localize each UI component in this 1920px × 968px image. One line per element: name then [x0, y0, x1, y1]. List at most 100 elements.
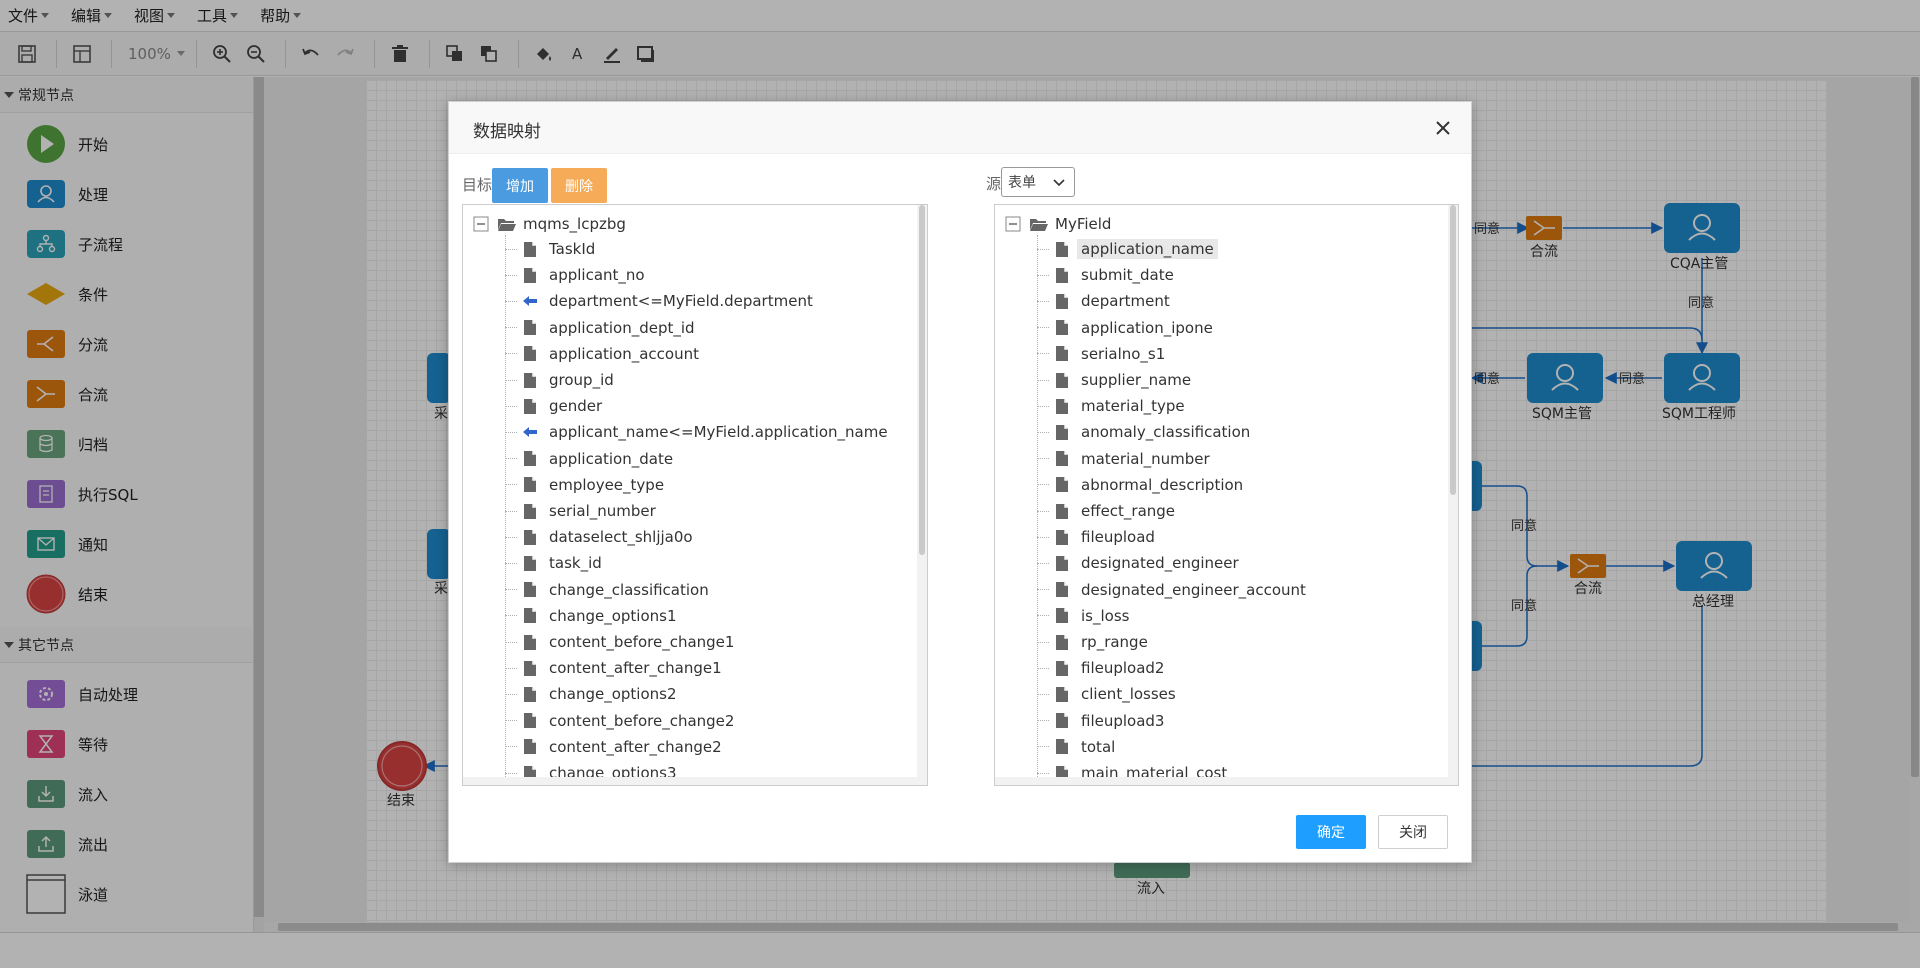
field-name: application_account: [549, 344, 699, 363]
source-field-row[interactable]: supplier_name: [1037, 367, 1195, 393]
add-mapping-button[interactable]: 增加: [492, 168, 548, 203]
tree-viewport[interactable]: MyField application_name submit_date depar…: [995, 205, 1449, 785]
field-name: client_losses: [1081, 685, 1176, 704]
tree-guide-line: [505, 274, 517, 276]
source-field-row[interactable]: serialno_s1: [1037, 341, 1169, 367]
collapse-icon[interactable]: [1005, 216, 1021, 232]
target-field-row[interactable]: application_account: [505, 341, 703, 367]
source-field-row[interactable]: application_ipone: [1037, 315, 1217, 341]
source-field-row[interactable]: client_losses: [1037, 681, 1180, 707]
tree-guide-line: [505, 458, 517, 460]
field-name: content_after_change2: [549, 737, 722, 756]
data-mapping-dialog: 数据映射 目标 增加 删除 源 表单 mqms_lcpzbg TaskId app…: [448, 101, 1472, 863]
file-icon: [1055, 555, 1069, 571]
tree-guide-line: [1037, 589, 1049, 591]
file-icon: [1055, 582, 1069, 598]
tree-guide-line: [505, 772, 517, 774]
source-field-row[interactable]: fileupload2: [1037, 655, 1168, 681]
file-icon: [523, 529, 537, 545]
tree-guide-line: [505, 431, 517, 433]
source-field-row[interactable]: designated_engineer: [1037, 550, 1243, 576]
tree-scrollbar[interactable]: [917, 205, 927, 785]
source-field-row[interactable]: abnormal_description: [1037, 472, 1247, 498]
field-name: material_type: [1081, 397, 1185, 416]
tree-guide-line: [505, 510, 517, 512]
field-name: content_after_change1: [549, 659, 722, 678]
target-field-row[interactable]: change_classification: [505, 577, 713, 603]
close-button[interactable]: [1433, 118, 1453, 138]
field-name: abnormal_description: [1081, 475, 1244, 494]
scrollbar-thumb[interactable]: [1450, 205, 1456, 495]
field-name: group_id: [549, 371, 614, 389]
file-icon: [523, 477, 537, 493]
source-field-row[interactable]: is_loss: [1037, 603, 1133, 629]
file-icon: [523, 555, 537, 571]
tree-horizontal-scrollbar[interactable]: [463, 777, 917, 785]
target-field-row[interactable]: serial_number: [505, 498, 660, 524]
tree-scrollbar[interactable]: [1448, 205, 1458, 785]
confirm-button[interactable]: 确定: [1296, 815, 1366, 849]
tree-guide-line: [505, 615, 517, 617]
target-field-row[interactable]: change_options2: [505, 681, 681, 707]
field-name: fileupload2: [1081, 659, 1165, 678]
target-field-row[interactable]: change_options1: [505, 603, 681, 629]
dismiss-button[interactable]: 关闭: [1378, 815, 1448, 849]
target-field-row[interactable]: gender: [505, 393, 606, 419]
tree-guide-line: [505, 720, 517, 722]
target-field-row[interactable]: group_id: [505, 367, 618, 393]
field-name: dataselect_shljja0o: [549, 528, 693, 547]
target-field-row[interactable]: dataselect_shljja0o: [505, 524, 697, 550]
source-field-row[interactable]: submit_date: [1037, 262, 1178, 288]
source-field-row[interactable]: department: [1037, 288, 1174, 314]
tree-guide-line: [1037, 510, 1049, 512]
target-field-row[interactable]: department<=MyField.department: [505, 288, 817, 314]
source-field-row[interactable]: total: [1037, 734, 1119, 760]
target-field-row[interactable]: employee_type: [505, 472, 668, 498]
tree-guide-line: [1037, 720, 1049, 722]
file-icon: [1055, 320, 1069, 336]
field-name: application_name: [1077, 239, 1218, 259]
tree-root[interactable]: MyField: [1005, 213, 1111, 235]
source-field-row[interactable]: application_name: [1037, 236, 1218, 262]
target-field-row[interactable]: applicant_name<=MyField.application_name: [505, 419, 892, 445]
target-field-row[interactable]: content_after_change2: [505, 734, 726, 760]
target-field-row[interactable]: TaskId: [505, 236, 599, 262]
tree-guide-line: [505, 589, 517, 591]
source-field-row[interactable]: material_type: [1037, 393, 1189, 419]
tree-guide-line: [1037, 458, 1049, 460]
collapse-icon[interactable]: [473, 216, 489, 232]
tree-guide-line: [505, 693, 517, 695]
source-field-row[interactable]: fileupload3: [1037, 708, 1168, 734]
file-icon: [523, 713, 537, 729]
delete-mapping-button[interactable]: 删除: [551, 168, 607, 203]
source-field-row[interactable]: designated_engineer_account: [1037, 577, 1310, 603]
tree-root-label: MyField: [1055, 215, 1112, 233]
field-name: employee_type: [549, 475, 665, 494]
source-field-row[interactable]: rp_range: [1037, 629, 1152, 655]
target-field-row[interactable]: content_before_change2: [505, 708, 738, 734]
file-icon: [1055, 346, 1069, 362]
file-icon: [1055, 267, 1069, 283]
tree-guide-line: [1037, 274, 1049, 276]
target-field-row[interactable]: applicant_no: [505, 262, 649, 288]
source-field-row[interactable]: anomaly_classification: [1037, 419, 1254, 445]
target-field-row[interactable]: task_id: [505, 550, 606, 576]
tree-root[interactable]: mqms_lcpzbg: [473, 213, 626, 235]
target-field-row[interactable]: content_after_change1: [505, 655, 726, 681]
field-name: total: [1081, 737, 1116, 756]
source-field-row[interactable]: effect_range: [1037, 498, 1179, 524]
source-field-row[interactable]: fileupload: [1037, 524, 1159, 550]
target-field-row[interactable]: application_dept_id: [505, 315, 699, 341]
dialog-title: 数据映射: [473, 122, 541, 142]
chevron-down-icon: [1053, 179, 1065, 187]
tree-horizontal-scrollbar[interactable]: [995, 777, 1449, 785]
target-field-row[interactable]: application_date: [505, 446, 677, 472]
tree-viewport[interactable]: mqms_lcpzbg TaskId applicant_no department…: [463, 205, 917, 785]
tree-guide-line: [1037, 562, 1049, 564]
source-type-select[interactable]: 表单: [1001, 167, 1075, 197]
target-field-row[interactable]: content_before_change1: [505, 629, 738, 655]
source-field-row[interactable]: material_number: [1037, 446, 1214, 472]
file-icon: [523, 372, 537, 388]
field-name: TaskId: [549, 240, 596, 258]
scrollbar-thumb[interactable]: [919, 205, 925, 555]
